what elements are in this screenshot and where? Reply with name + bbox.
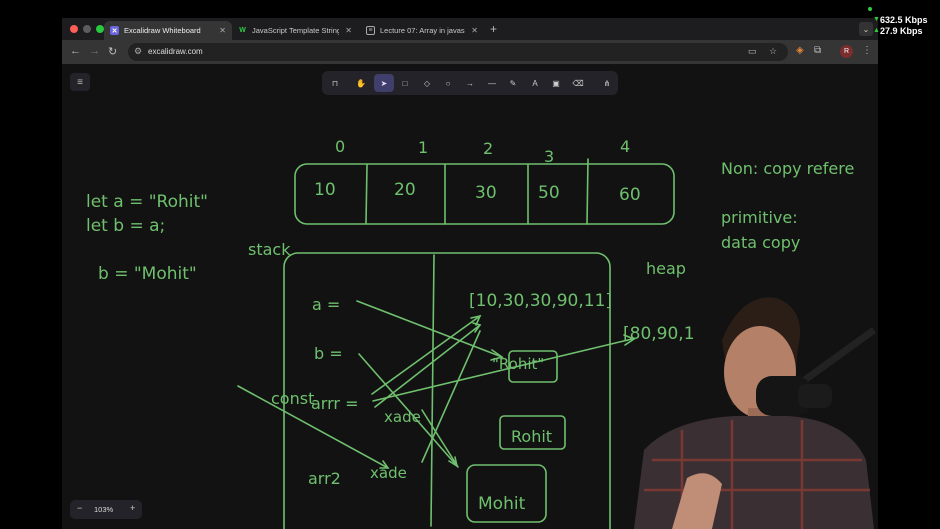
- heap-string-rohit-1: "Rohit": [492, 355, 544, 373]
- code-line-1: let a = "Rohit": [86, 192, 208, 212]
- stack-label: stack: [248, 240, 291, 259]
- note-non-primitive: Non: copy refere: [721, 159, 854, 178]
- w3-logo-icon: W: [239, 27, 246, 34]
- bookmark-star-icon[interactable]: ☆: [769, 46, 777, 57]
- close-tab-icon[interactable]: ✕: [345, 26, 352, 35]
- stack-heap-divider: [430, 254, 435, 527]
- zoom-out-button[interactable]: −: [77, 503, 82, 513]
- zoom-controls: − 103% +: [70, 500, 142, 519]
- shape-toolbar: ⊓ ✋ ➤ □ ◇ ○ → — ✎ A ▣ ⌫ ⋔: [322, 71, 618, 95]
- forward-icon[interactable]: →: [89, 45, 100, 57]
- diamond-icon[interactable]: ◇: [417, 74, 437, 92]
- heap-string-mohit: Mohit: [478, 494, 526, 514]
- array-value-1: 20: [394, 180, 416, 200]
- excalidraw-logo-icon: ✕: [110, 26, 119, 35]
- zoom-level[interactable]: 103%: [94, 505, 113, 514]
- pencil-icon[interactable]: ✎: [503, 74, 523, 92]
- address-bar[interactable]: ⚙ excalidraw.com ▭ ☆: [128, 43, 788, 61]
- extensions-puzzle-icon[interactable]: ⧉: [814, 45, 821, 56]
- array-index-2: 2: [483, 139, 493, 158]
- close-tab-icon[interactable]: ✕: [219, 26, 226, 35]
- const-label: const: [271, 389, 314, 408]
- url-text[interactable]: excalidraw.com: [148, 47, 203, 56]
- zoom-in-button[interactable]: +: [130, 503, 135, 513]
- microphone-mount: [798, 384, 832, 408]
- reload-icon[interactable]: ↻: [108, 45, 117, 58]
- array-value-4: 60: [619, 185, 641, 205]
- site-settings-icon[interactable]: ⚙: [134, 46, 142, 57]
- tab-strip: ✕ Excalidraw Whiteboard ✕ W JavaScript T…: [62, 18, 878, 40]
- code-line-3: b = "Mohit": [98, 264, 197, 284]
- arrow-to-mohit: [421, 409, 459, 468]
- array-index-0: 0: [335, 137, 345, 156]
- array-value-2: 30: [475, 183, 497, 203]
- image-icon[interactable]: ▣: [546, 74, 566, 92]
- maximize-window-button[interactable]: [96, 25, 104, 33]
- array-index-3: 3: [544, 147, 554, 166]
- stack-var-a: a =: [312, 295, 340, 314]
- address-xade-2: xade: [370, 464, 407, 482]
- heap-array-1: [10,30,30,90,11]: [469, 291, 612, 311]
- note-primitive: primitive:: [721, 208, 798, 227]
- ellipse-icon[interactable]: ○: [438, 74, 458, 92]
- selection-icon[interactable]: ➤: [374, 74, 394, 92]
- array-index-4: 4: [620, 137, 630, 156]
- hamburger-menu-icon[interactable]: ≡: [70, 73, 90, 91]
- tab-lecture-07[interactable]: ≡ Lecture 07: Array in javascript ✕: [360, 21, 484, 40]
- tab-excalidraw[interactable]: ✕ Excalidraw Whiteboard ✕: [104, 21, 232, 40]
- library-icon[interactable]: ⋔: [597, 74, 617, 92]
- address-toolbar: ← → ↻ ⚙ excalidraw.com ▭ ☆ ◈ ⧉ R ⋮: [62, 40, 878, 64]
- array-value-3: 50: [538, 183, 560, 203]
- network-status-dot: [868, 7, 872, 11]
- upload-arrow-icon: ▲: [873, 27, 880, 34]
- text-icon[interactable]: A: [525, 74, 545, 92]
- document-icon: ≡: [366, 26, 375, 35]
- rectangle-icon[interactable]: □: [395, 74, 415, 92]
- stack-var-b: b =: [314, 344, 343, 363]
- lock-icon[interactable]: ⊓: [325, 74, 345, 92]
- note-data-copy: data copy: [721, 233, 800, 252]
- close-window-button[interactable]: [70, 25, 78, 33]
- back-icon[interactable]: ←: [70, 45, 81, 57]
- array-divider: [365, 164, 368, 224]
- array-value-0: 10: [314, 180, 336, 200]
- eraser-icon[interactable]: ⌫: [568, 74, 588, 92]
- tab-title: Excalidraw Whiteboard: [124, 26, 201, 35]
- tab-js-template-strings[interactable]: W JavaScript Template Strings ✕: [232, 21, 358, 40]
- stack-var-arrr: arrr =: [311, 394, 358, 413]
- minimize-window-button[interactable]: [83, 25, 91, 33]
- stack-var-arr2: arr2: [308, 469, 341, 488]
- extension-icon[interactable]: ◈: [796, 45, 804, 56]
- line-icon[interactable]: —: [482, 74, 502, 92]
- hand-icon[interactable]: ✋: [351, 74, 371, 92]
- cast-icon[interactable]: ▭: [748, 46, 757, 57]
- profile-avatar[interactable]: R: [840, 45, 853, 58]
- arrow-icon[interactable]: →: [460, 74, 480, 92]
- heap-string-rohit-2: Rohit: [511, 427, 552, 446]
- close-tab-icon[interactable]: ✕: [471, 26, 478, 35]
- address-xade-1: xade: [384, 408, 421, 426]
- tab-title: JavaScript Template Strings: [252, 26, 340, 35]
- download-speed: 632.5 Kbps: [880, 15, 928, 25]
- mic-arm: [799, 327, 877, 385]
- drawing-shapes: [237, 158, 675, 529]
- presenter-webcam-image: [634, 297, 877, 529]
- download-arrow-icon: ▼: [873, 16, 880, 23]
- tab-search-icon[interactable]: ⌄: [859, 22, 873, 36]
- code-line-2: let b = a;: [86, 216, 165, 236]
- upload-speed: 27.9 Kbps: [880, 26, 923, 36]
- plaid-shirt: [634, 416, 874, 529]
- new-tab-icon[interactable]: +: [490, 22, 497, 36]
- browser-menu-icon[interactable]: ⋮: [862, 45, 872, 56]
- tab-title: Lecture 07: Array in javascript: [380, 26, 465, 35]
- array-index-1: 1: [418, 138, 428, 157]
- array-divider: [586, 158, 589, 225]
